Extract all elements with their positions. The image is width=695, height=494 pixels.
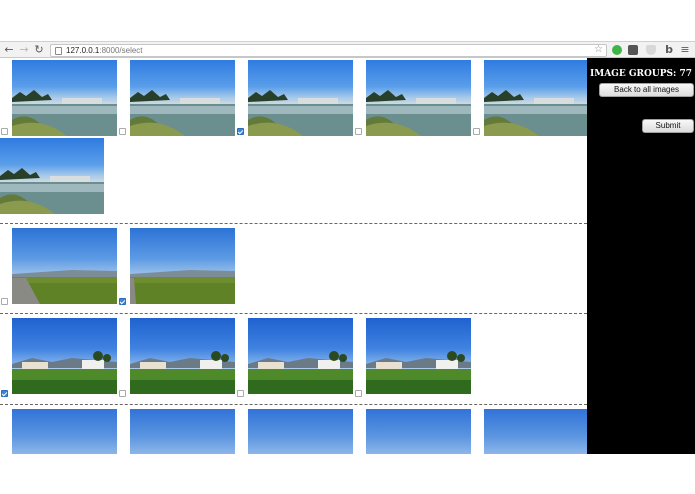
image-group	[0, 407, 587, 454]
image-groups-count: IMAGE GROUPS: 77	[590, 69, 692, 79]
thumbnail-image[interactable]	[366, 409, 471, 454]
page-icon	[55, 47, 62, 55]
forward-arrow-icon[interactable]: →	[18, 43, 30, 57]
select-checkbox[interactable]	[237, 128, 244, 135]
bing-extension-icon[interactable]: b	[663, 43, 675, 57]
thumbnail-image[interactable]	[130, 318, 235, 394]
select-checkbox[interactable]	[119, 390, 126, 397]
submit-button[interactable]: Submit	[642, 119, 694, 133]
back-to-all-images-button[interactable]: Back to all images	[599, 83, 694, 97]
select-checkbox[interactable]	[237, 390, 244, 397]
url-host: 127.0.0.1	[66, 46, 100, 55]
browser-toolbar: ← → ↻ 127.0.0.1:8000/select ☆ b ≡	[0, 41, 695, 58]
thumbnail-image[interactable]	[130, 60, 235, 136]
app-page: ← → ↻ 127.0.0.1:8000/select ☆ b ≡ IMAGE …	[0, 0, 695, 494]
sidebar: IMAGE GROUPS: 77 Back to all images Subm…	[587, 58, 695, 454]
image-grid	[0, 58, 587, 454]
pocket-extension-icon[interactable]	[628, 45, 638, 55]
thumbnail-image[interactable]	[12, 60, 117, 136]
thumbnail-image[interactable]	[248, 409, 353, 454]
menu-icon[interactable]: ≡	[679, 43, 691, 57]
thumbnail-image[interactable]	[12, 409, 117, 454]
image-group	[0, 225, 587, 314]
thumbnail-image[interactable]	[248, 60, 353, 136]
select-checkbox[interactable]	[1, 390, 8, 397]
select-checkbox[interactable]	[1, 298, 8, 305]
bookmark-star-icon[interactable]: ☆	[594, 44, 603, 56]
back-arrow-icon[interactable]: ←	[3, 43, 15, 57]
url-path: :8000/select	[99, 46, 143, 55]
thumbnail-image[interactable]	[366, 318, 471, 394]
thumbnail-image[interactable]	[12, 228, 117, 304]
thumbnail-image[interactable]	[12, 318, 117, 394]
group-divider	[0, 223, 587, 224]
thumbnail-image[interactable]	[130, 409, 235, 454]
select-checkbox[interactable]	[473, 128, 480, 135]
thumbnail-image[interactable]	[484, 60, 587, 136]
thumbnail-image[interactable]	[0, 138, 104, 214]
shield-extension-icon[interactable]	[646, 45, 656, 55]
reload-icon[interactable]: ↻	[33, 43, 45, 57]
group-divider	[0, 313, 587, 314]
select-checkbox[interactable]	[119, 128, 126, 135]
thumbnail-image[interactable]	[366, 60, 471, 136]
select-checkbox[interactable]	[119, 298, 126, 305]
thumbnail-image[interactable]	[484, 409, 587, 454]
thumbnail-image[interactable]	[248, 318, 353, 394]
url-text[interactable]: 127.0.0.1:8000/select	[66, 45, 143, 56]
evernote-extension-icon[interactable]	[612, 45, 622, 55]
select-checkbox[interactable]	[1, 128, 8, 135]
thumbnail-image[interactable]	[130, 228, 235, 304]
group-divider	[0, 404, 587, 405]
address-bar[interactable]: 127.0.0.1:8000/select ☆	[50, 44, 607, 57]
select-checkbox[interactable]	[355, 390, 362, 397]
image-group	[0, 316, 587, 404]
select-checkbox[interactable]	[355, 128, 362, 135]
image-group	[0, 58, 587, 223]
